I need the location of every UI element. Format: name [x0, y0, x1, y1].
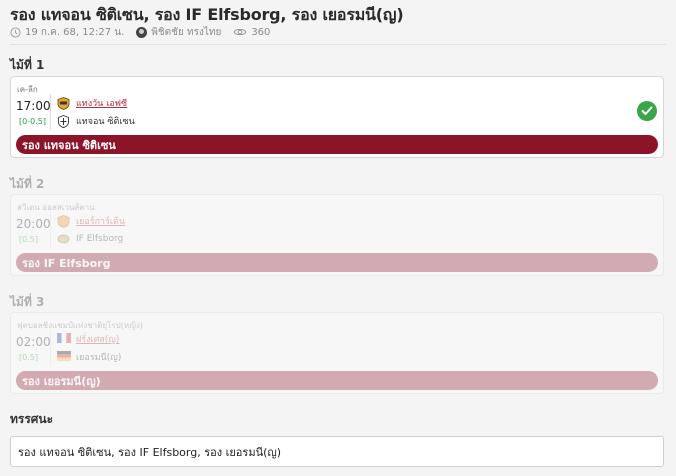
team-logo-icon: [57, 232, 70, 245]
home-team[interactable]: ฝรั่งเศส(ญ): [57, 332, 119, 346]
eye-icon: [233, 27, 247, 37]
team-logo-icon: [57, 96, 70, 110]
away-team[interactable]: IF Elfsborg: [57, 232, 123, 245]
header-divider: [10, 44, 666, 45]
post-date: 19 ก.ค. 68, 12:27 น.: [25, 26, 125, 38]
home-team-name[interactable]: เยอร์การ์เด้น: [76, 214, 125, 228]
home-team[interactable]: เยอร์การ์เด้น: [57, 214, 125, 228]
away-team-name: เยอรมนี(ญ): [76, 353, 122, 363]
post-author[interactable]: พิชิตชัย ทรงไทย: [151, 25, 221, 40]
selection-bar: รอง IF Elfsborg: [16, 253, 658, 272]
home-team-name[interactable]: แทงวัน เอฟซี: [76, 96, 127, 110]
selection-bar: รอง เยอรมนี(ญ): [16, 371, 658, 390]
pick-card-3: ฟุตบอลชิงแชมป์แห่งชาติยุโรป(หญิง) 02:00 …: [10, 312, 664, 394]
league-name: ฟุตบอลชิงแชมป์แห่งชาติยุโรป(หญิง): [17, 321, 143, 330]
opinion-text: รอง แทจอน ซิติเซน, รอง IF Elfsborg, รอง …: [18, 445, 282, 459]
divider-line: [50, 330, 51, 366]
selection-bar: รอง แทจอน ซิติเซน: [16, 135, 658, 154]
pick-label-2: ไม้ที่ 2: [10, 177, 45, 191]
home-team[interactable]: แทงวัน เอฟซี: [57, 96, 127, 110]
check-icon: [637, 101, 657, 121]
pick-label-3: ไม้ที่ 3: [10, 295, 45, 309]
pick-label-1: ไม้ที่ 1: [10, 58, 45, 72]
match-time: 17:00: [16, 99, 51, 113]
away-team[interactable]: เยอรมนี(ญ): [57, 350, 121, 364]
match-time: 20:00: [16, 217, 51, 231]
handicap: [0.5]: [19, 353, 38, 362]
divider-line: [50, 212, 51, 248]
divider-line: [50, 94, 51, 130]
home-team-name[interactable]: ฝรั่งเศส(ญ): [76, 332, 119, 346]
team-logo-icon: [57, 114, 70, 128]
league-name: สวีเดน ออลสเวนส์คาน: [17, 203, 95, 212]
opinion-box: รอง แทจอน ซิติเซน, รอง IF Elfsborg, รอง …: [10, 436, 664, 467]
away-team-name: แทจอน ซิติเซน: [76, 117, 135, 127]
germany-flag-icon: [57, 350, 71, 364]
league-name: เค-ลีก: [17, 85, 38, 94]
clock-icon: [10, 26, 21, 38]
handicap: [0.5]: [19, 235, 38, 244]
match-time: 02:00: [16, 335, 51, 349]
view-count: 360: [251, 26, 271, 38]
france-flag-icon: [57, 332, 71, 346]
away-team[interactable]: แทจอน ซิติเซน: [57, 114, 135, 128]
pick-card-2: สวีเดน ออลสเวนส์คาน 20:00 [0.5] เยอร์การ…: [10, 194, 664, 276]
author-avatar[interactable]: [136, 26, 148, 38]
away-team-name: IF Elfsborg: [76, 233, 124, 244]
opinion-heading: ทรรศนะ: [10, 412, 54, 426]
team-logo-icon: [57, 214, 70, 228]
handicap: [0-0.5]: [19, 117, 46, 126]
post-meta: 19 ก.ค. 68, 12:27 น. พิชิตชัย ทรงไทย 360: [10, 24, 282, 40]
pick-card-1: เค-ลีก 17:00 [0-0.5] แทงวัน เอฟซี แทจอน …: [10, 76, 664, 158]
